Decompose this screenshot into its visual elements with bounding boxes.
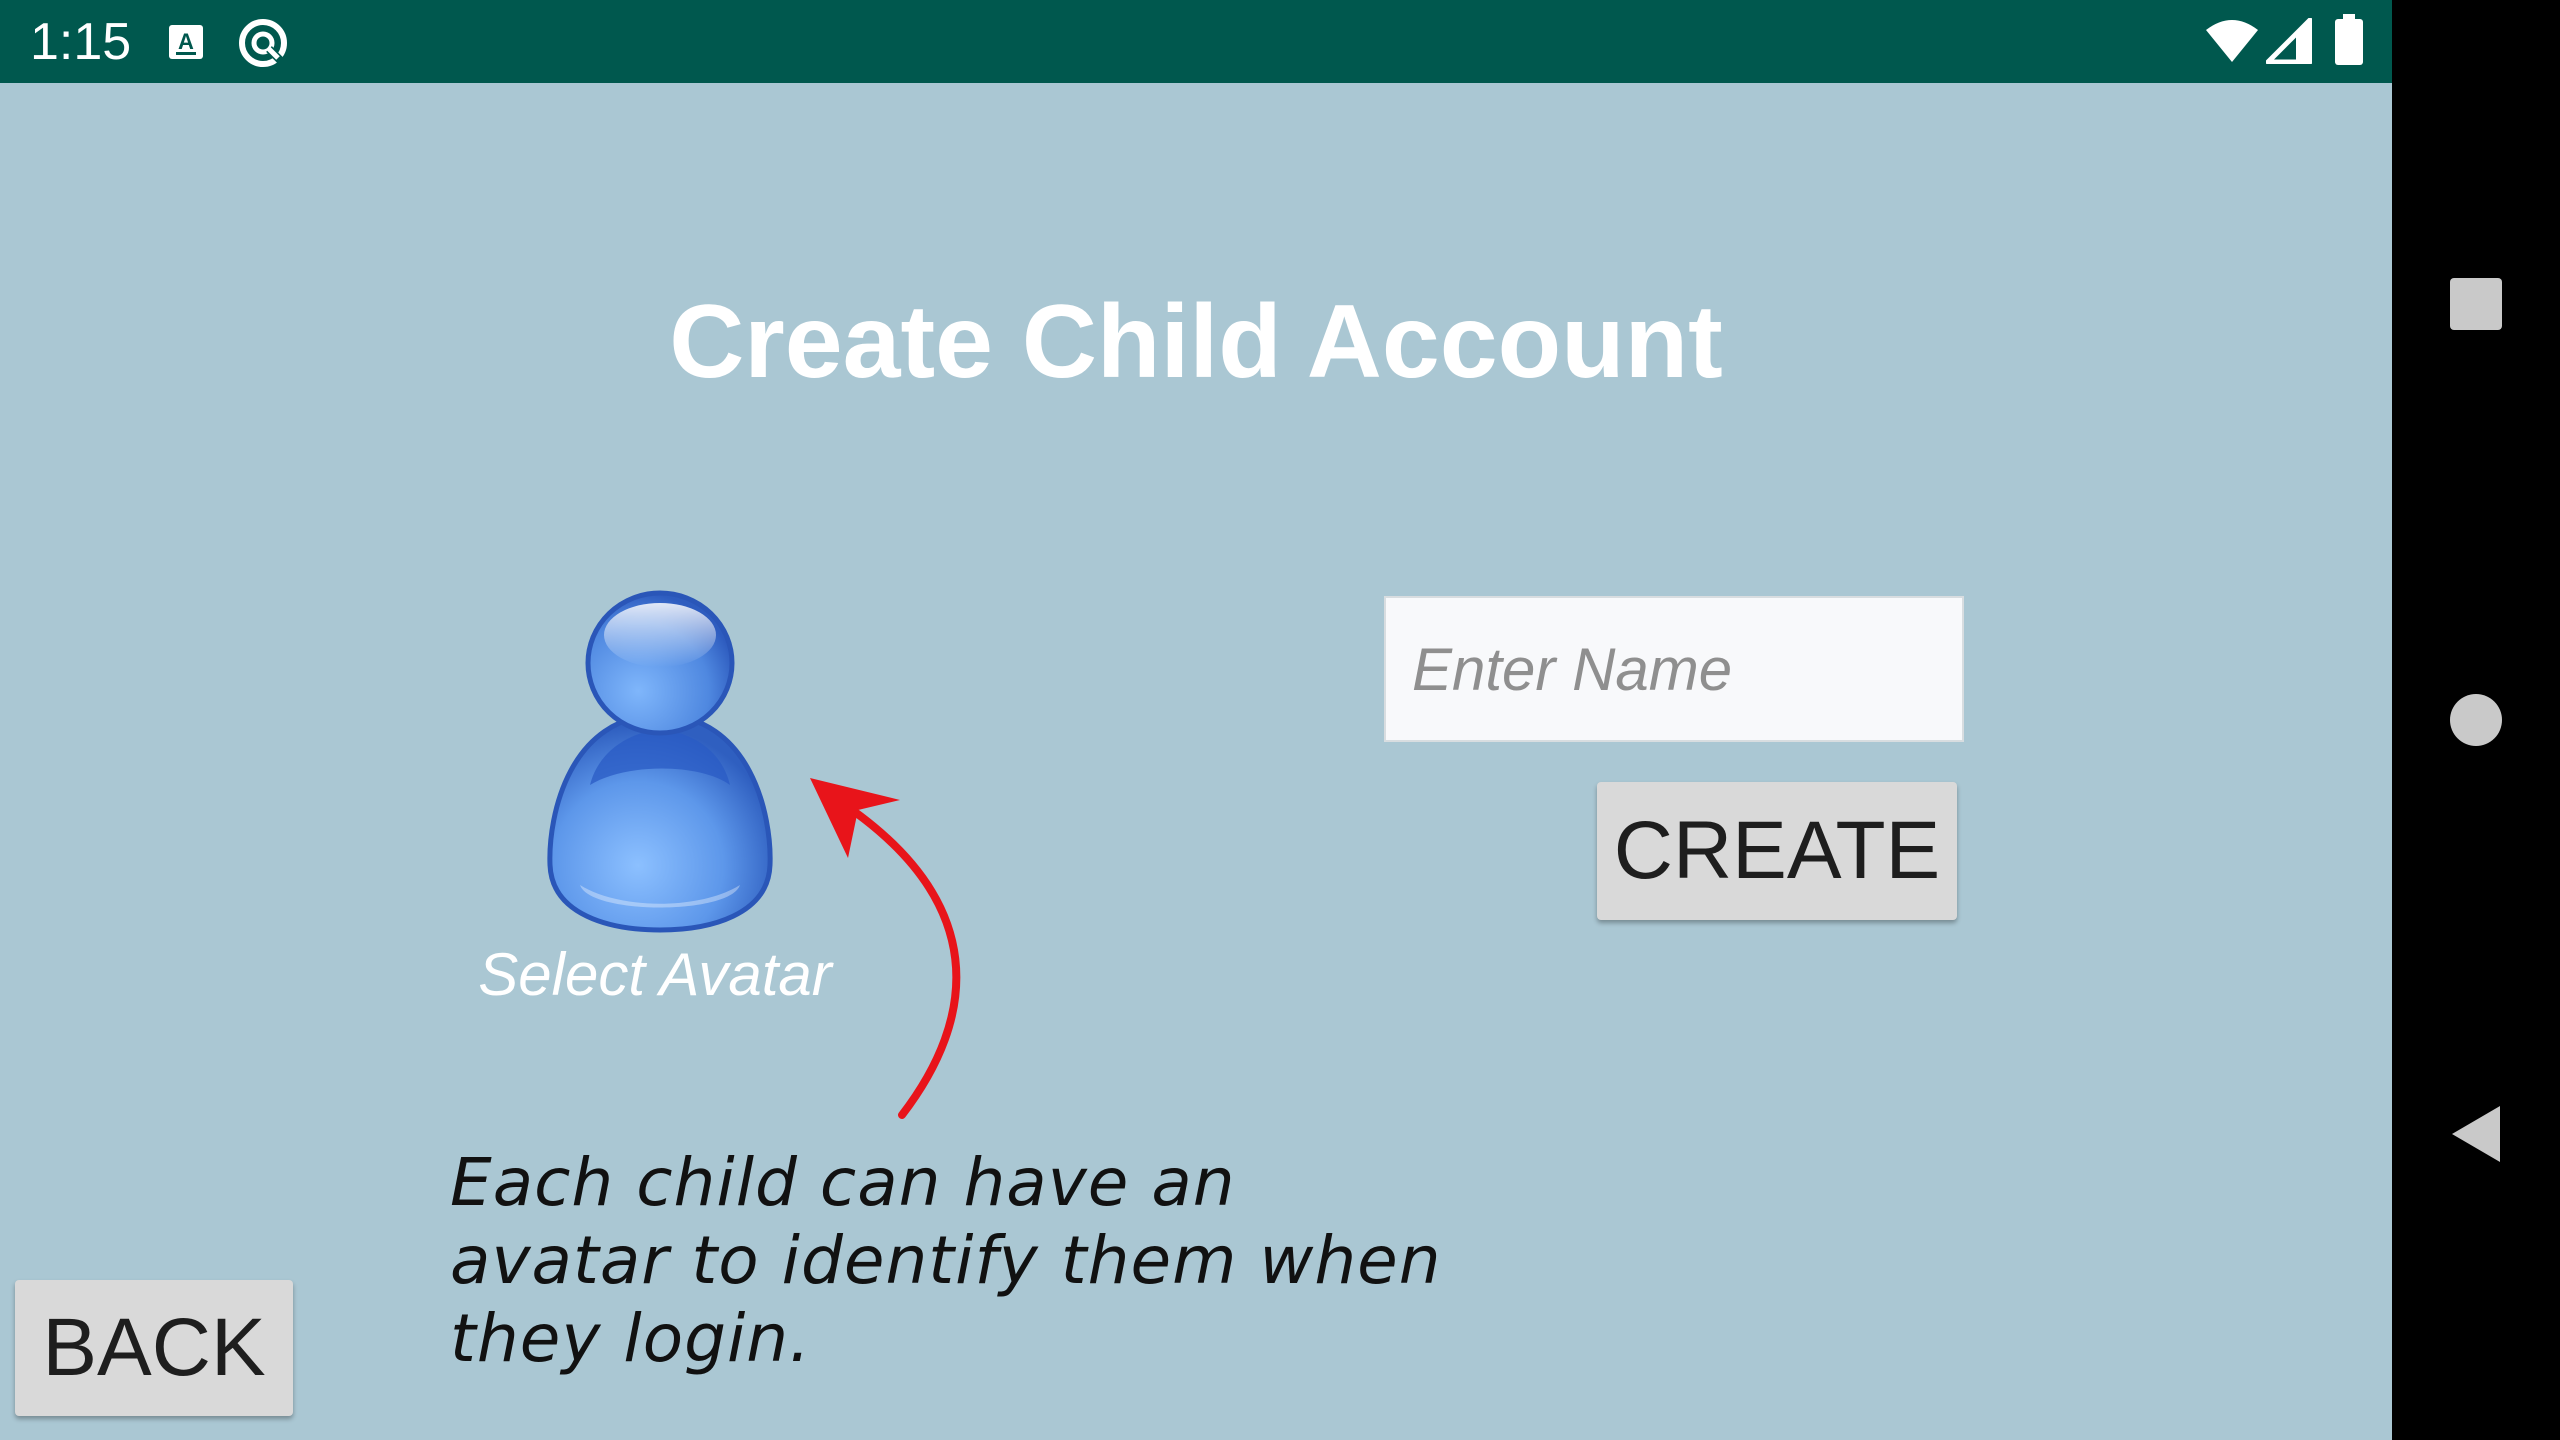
- wifi-icon: [2204, 18, 2260, 69]
- recents-square-icon: [2450, 278, 2502, 330]
- name-input[interactable]: [1384, 596, 1964, 742]
- person-avatar-icon: [547, 590, 773, 933]
- select-avatar-button[interactable]: [530, 585, 790, 935]
- annotation-line: they login.: [450, 1300, 812, 1377]
- annotation-line: avatar to identify them when: [450, 1222, 1442, 1299]
- create-button[interactable]: CREATE: [1597, 782, 1957, 920]
- navigation-bar: [2392, 0, 2560, 1440]
- battery-icon: [2334, 14, 2364, 71]
- page-title: Create Child Account: [669, 284, 1723, 400]
- home-circle-icon: [2450, 694, 2502, 746]
- keyboard-a-icon: A: [168, 24, 204, 65]
- svg-text:A: A: [178, 29, 194, 54]
- app-screen: 1:15 A Create Child Account Select Avata…: [0, 0, 2392, 1440]
- back-triangle-icon: [2452, 1106, 2500, 1162]
- annotation-line: Each child can have an: [450, 1144, 1236, 1221]
- nav-back-button[interactable]: [2436, 1094, 2516, 1174]
- recents-button[interactable]: [2436, 264, 2516, 344]
- annotation-arrow: [810, 778, 961, 1119]
- cellular-signal-icon: [2265, 17, 2313, 69]
- back-button[interactable]: BACK: [15, 1280, 293, 1416]
- annotation-text: Each child can have an avatar to identif…: [450, 1144, 1450, 1378]
- status-time: 1:15: [30, 13, 132, 71]
- status-bar: 1:15 A: [0, 0, 2392, 83]
- home-button[interactable]: [2436, 680, 2516, 760]
- data-saver-icon: [236, 16, 290, 75]
